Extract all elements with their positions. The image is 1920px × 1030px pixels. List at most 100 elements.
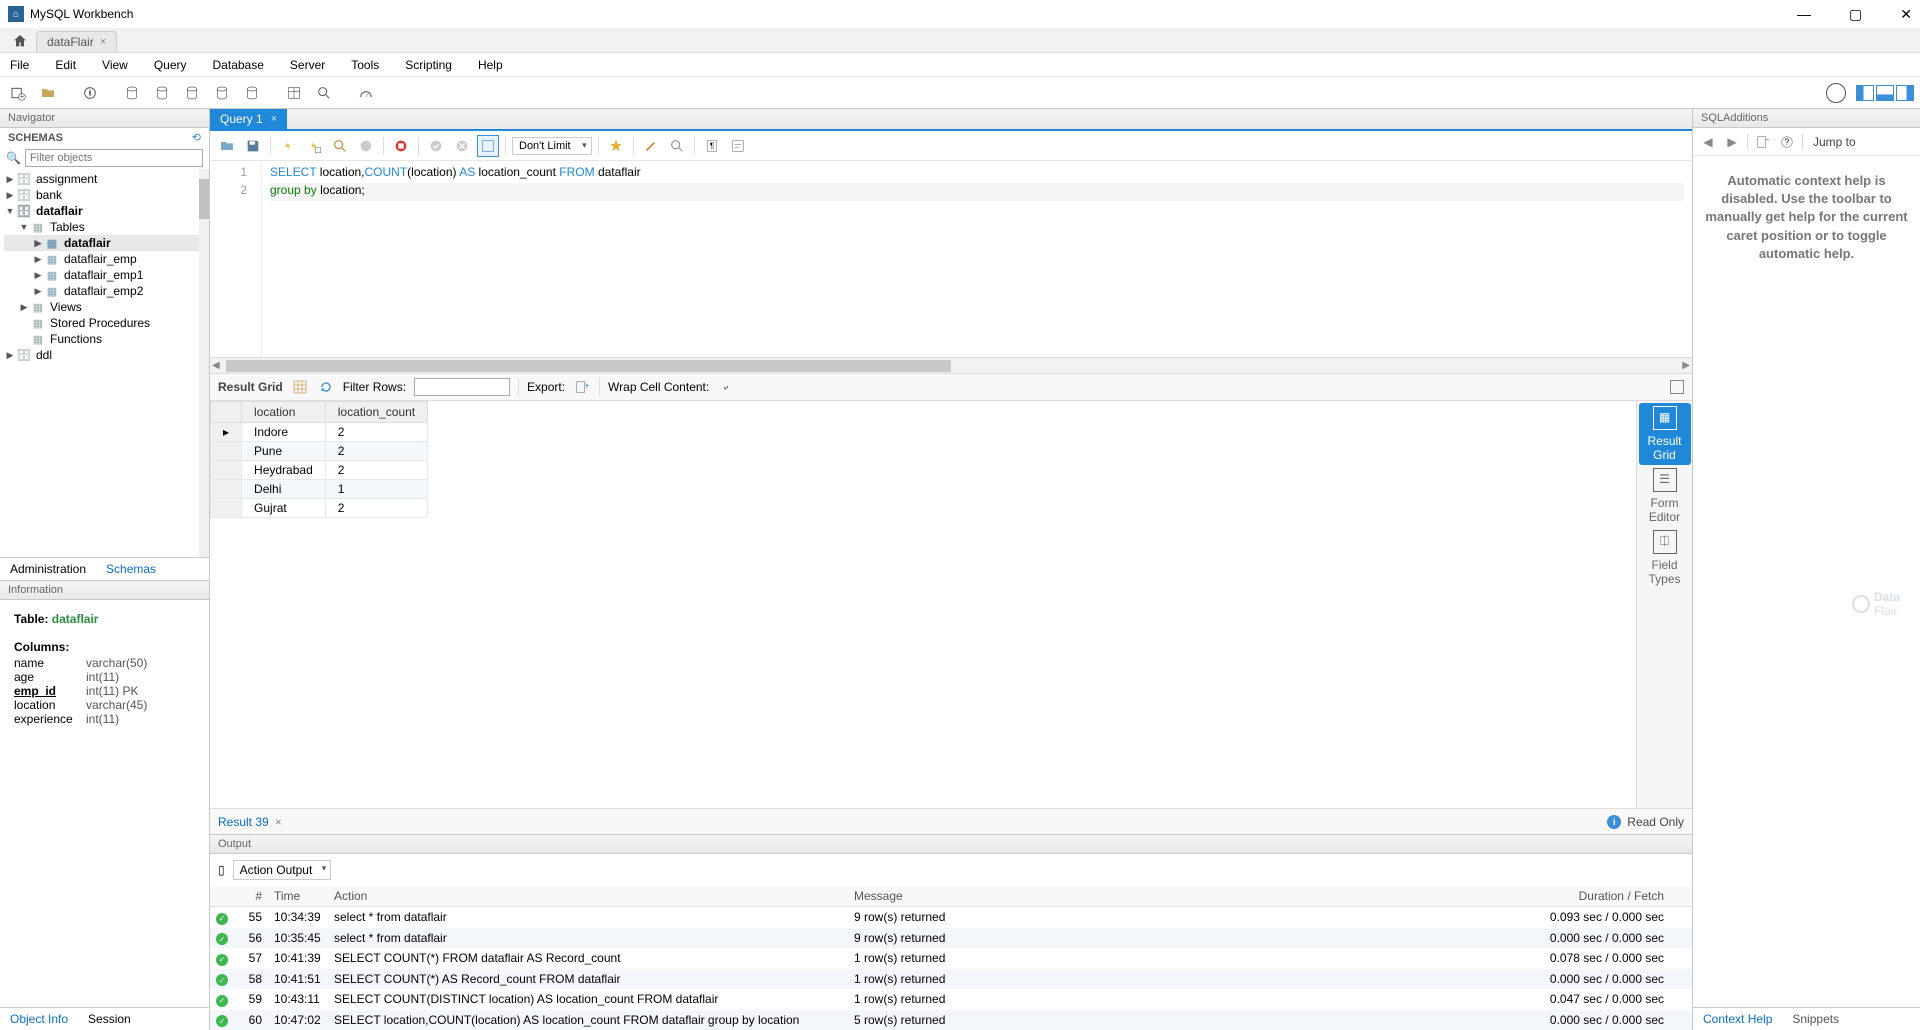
open-file-button[interactable] [216,135,238,157]
cell[interactable]: 2 [325,461,427,480]
sql-editor[interactable]: 1 2 SELECT location,COUNT(location) AS l… [210,161,1692,357]
tree-table-emp1[interactable]: ▶▦dataflair_emp1 [4,267,205,283]
row-selector[interactable]: ▸ [211,423,242,442]
tree-table-emp2[interactable]: ▶▦dataflair_emp2 [4,283,205,299]
menu-tools[interactable]: Tools [351,58,379,72]
menu-database[interactable]: Database [213,58,264,72]
out-h-n[interactable]: # [238,886,268,907]
stop-button[interactable] [355,135,377,157]
info-icon[interactable]: i [1607,815,1621,829]
info-tab-object[interactable]: Object Info [0,1008,78,1030]
nav-forward-button[interactable]: ▶ [1723,133,1741,151]
connection-tab[interactable]: dataFlair × [36,31,117,52]
refresh-schemas-icon[interactable]: ⟲ [192,131,201,144]
dashboard-button[interactable] [354,81,378,105]
save-file-button[interactable] [242,135,264,157]
out-h-action[interactable]: Action [328,886,848,907]
close-button[interactable]: ✕ [1900,6,1912,23]
tree-scrollbar[interactable] [199,169,209,557]
beautify-button[interactable] [640,135,662,157]
explain-button[interactable] [329,135,351,157]
home-button[interactable] [8,30,32,52]
minimize-button[interactable]: — [1797,6,1811,23]
connection-tab-close-icon[interactable]: × [100,36,106,48]
side-tool-result-grid[interactable]: ▦Result Grid [1639,403,1691,465]
tree-table-emp[interactable]: ▶▦dataflair_emp [4,251,205,267]
output-row[interactable]: ✓5610:35:45select * from dataflair9 row(… [210,928,1692,949]
menu-query[interactable]: Query [154,58,187,72]
out-h-duration[interactable]: Duration / Fetch [1368,886,1692,907]
out-h-message[interactable]: Message [848,886,1368,907]
output-table[interactable]: # Time Action Message Duration / Fetch ✓… [210,886,1692,1030]
menu-scripting[interactable]: Scripting [405,58,452,72]
refresh-result-icon[interactable] [317,378,335,396]
side-tool-form-editor[interactable]: ☰Form Editor [1639,465,1691,527]
toggle-word-wrap-button[interactable] [727,135,749,157]
toggle-left-panel-button[interactable] [1856,85,1874,101]
menu-help[interactable]: Help [478,58,503,72]
tree-db-bank[interactable]: ▶🗄bank [4,187,205,203]
db-button-3[interactable] [180,81,204,105]
help-at-caret-button[interactable] [1754,133,1772,151]
out-h-time[interactable]: Time [268,886,328,907]
toggle-autocommit-button[interactable] [390,135,412,157]
output-row[interactable]: ✓5810:41:51SELECT COUNT(*) AS Record_cou… [210,969,1692,990]
cell[interactable]: Pune [242,442,326,461]
result-header-location[interactable]: location [242,402,326,423]
filter-objects-input[interactable] [25,149,203,167]
nav-back-button[interactable]: ◀ [1699,133,1717,151]
limit-rows-select[interactable]: Don't Limit [512,137,592,155]
favorite-button[interactable] [605,135,627,157]
settings-icon[interactable] [1826,83,1846,103]
toggle-bottom-panel-button[interactable] [1876,85,1894,101]
row-selector[interactable] [211,499,242,518]
toggle-invisible-button[interactable]: ¶ [701,135,723,157]
wrap-cell-button[interactable]: ⤶ [717,378,735,396]
filter-rows-input[interactable] [414,378,510,396]
cell[interactable]: Gujrat [242,499,326,518]
result-expand-button[interactable] [1670,380,1684,394]
query-tab-close-icon[interactable]: × [271,113,277,125]
schema-tree[interactable]: ▶🗄assignment ▶🗄bank ▼🗄dataflair ▼▦Tables… [0,169,209,557]
find-button[interactable] [666,135,688,157]
result-grid-icon[interactable] [291,378,309,396]
execute-current-button[interactable] [303,135,325,157]
navigator-tab-administration[interactable]: Administration [0,558,96,580]
cell[interactable]: 1 [325,480,427,499]
tree-sp-folder[interactable]: ▦Stored Procedures [4,315,205,331]
db-button-5[interactable] [240,81,264,105]
db-button-4[interactable] [210,81,234,105]
cell[interactable]: Indore [242,423,326,442]
tree-tables-folder[interactable]: ▼▦Tables [4,219,205,235]
table-button[interactable] [282,81,306,105]
menu-server[interactable]: Server [290,58,325,72]
output-row[interactable]: ✓6010:47:02SELECT location,COUNT(locatio… [210,1010,1692,1030]
result-header-count[interactable]: location_count [325,402,427,423]
result-grid[interactable]: location location_count ▸Indore2 Pune2 H… [210,401,1636,808]
cell[interactable]: 2 [325,499,427,518]
tree-fn-folder[interactable]: ▦Functions [4,331,205,347]
open-sql-button[interactable] [36,81,60,105]
toggle-right-panel-button[interactable] [1896,85,1914,101]
query-tab[interactable]: Query 1 × [210,109,287,129]
tree-views-folder[interactable]: ▶▦Views [4,299,205,315]
cell[interactable]: 2 [325,442,427,461]
export-button[interactable] [573,378,591,396]
cell[interactable]: 2 [325,423,427,442]
tree-db-assignment[interactable]: ▶🗄assignment [4,171,205,187]
inspector-button[interactable]: i [78,81,102,105]
cell[interactable]: Delhi [242,480,326,499]
menu-edit[interactable]: Edit [55,58,76,72]
execute-button[interactable] [277,135,299,157]
commit-button[interactable] [425,135,447,157]
output-view-icon[interactable]: ▯ [218,863,225,877]
row-selector[interactable] [211,442,242,461]
navigator-tab-schemas[interactable]: Schemas [96,558,166,580]
cell[interactable]: Heydrabad [242,461,326,480]
tree-db-ddl[interactable]: ▶🗄ddl [4,347,205,363]
result-tab[interactable]: Result 39 × [218,815,282,829]
output-type-select[interactable]: Action Output [233,860,332,880]
output-row[interactable]: ✓5510:34:39select * from dataflair9 row(… [210,907,1692,928]
row-selector[interactable] [211,461,242,480]
side-tool-field-types[interactable]: ⎅Field Types [1639,527,1691,589]
